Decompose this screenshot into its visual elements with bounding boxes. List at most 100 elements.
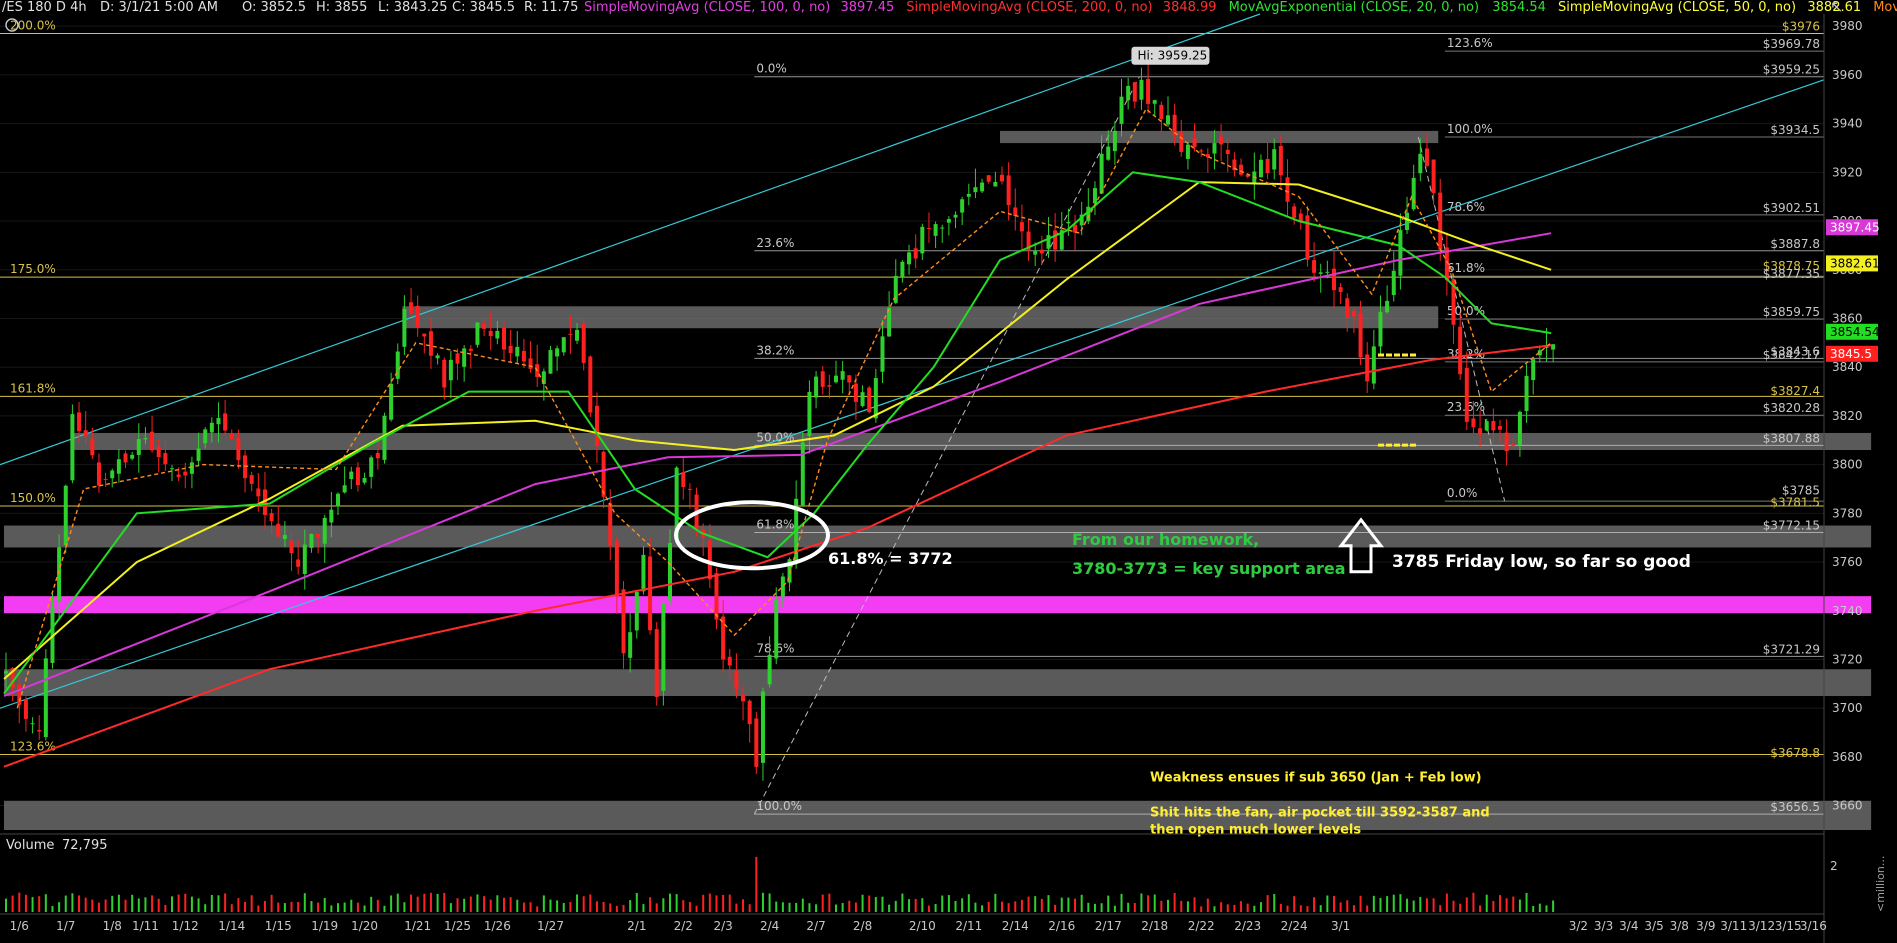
- volume-unit-label: <million...: [1874, 856, 1887, 912]
- support-resistance-zone: [4, 800, 1872, 830]
- candle-body: [77, 412, 82, 432]
- cursor-icon[interactable]: ↖: [1830, 0, 1843, 16]
- candle-body: [296, 559, 301, 567]
- candle-body: [1172, 114, 1177, 136]
- candle-body: [993, 181, 998, 187]
- study-label-0: SimpleMovingAvg (CLOSE, 100, 0, no): [584, 0, 830, 15]
- candle-body: [150, 431, 155, 451]
- candle-body: [1152, 100, 1157, 104]
- volume-bar: [469, 896, 472, 912]
- candle-body: [1039, 249, 1044, 254]
- volume-bar: [78, 895, 81, 912]
- volume-bar: [330, 905, 333, 912]
- volume-bar: [1001, 901, 1003, 912]
- volume-bar: [1392, 894, 1395, 912]
- volume-bar: [1293, 896, 1296, 912]
- candle-body: [143, 438, 148, 440]
- candle-body: [1517, 411, 1522, 446]
- candle-body: [973, 187, 978, 193]
- candle-body: [926, 228, 931, 230]
- fib-retracement-label: 23.6%: [756, 236, 794, 250]
- volume-bar: [1412, 900, 1415, 912]
- volume-bar: [277, 902, 280, 912]
- volume-bar: [137, 898, 140, 912]
- candle-body: [820, 371, 825, 387]
- candle-body: [760, 691, 765, 763]
- time-tick-label: 3/11: [1720, 919, 1747, 933]
- candle-body: [389, 383, 394, 420]
- candle-body: [103, 478, 108, 480]
- candle-body: [402, 308, 407, 347]
- volume-bar: [356, 902, 359, 912]
- volume-bar: [536, 906, 539, 912]
- candle-body: [648, 556, 653, 631]
- volume-bar: [947, 895, 950, 912]
- candle-body: [853, 383, 858, 402]
- candle-body: [1285, 177, 1290, 202]
- candle-body: [1531, 359, 1536, 381]
- time-tick-label: 2/16: [1048, 919, 1075, 933]
- candle-body: [282, 534, 287, 539]
- candle-body: [1112, 130, 1117, 152]
- candle-body: [422, 333, 427, 337]
- time-tick-label: 3/2: [1569, 919, 1588, 933]
- volume-bar: [51, 906, 54, 912]
- candle-body: [302, 544, 307, 574]
- volume-bar: [131, 894, 134, 912]
- candle-body: [1524, 375, 1529, 412]
- candle-body: [1146, 78, 1151, 104]
- volume-bar: [390, 895, 393, 912]
- volume-bar: [1352, 905, 1355, 912]
- volume-bar: [868, 895, 871, 912]
- candle-body: [1385, 300, 1390, 313]
- volume-bar: [994, 893, 997, 912]
- time-tick-label: 2/22: [1188, 919, 1215, 933]
- time-tick-label: 1/26: [484, 919, 511, 933]
- candle-body: [561, 337, 566, 353]
- symbol-label[interactable]: /ES 180 D 4h: [2, 0, 87, 15]
- time-tick-label: 1/14: [218, 919, 245, 933]
- candle-body: [1092, 188, 1097, 204]
- candle-body: [123, 453, 128, 463]
- volume-bar: [416, 896, 419, 912]
- time-tick-label: 2/10: [909, 919, 936, 933]
- price-tick-label: 3700: [1832, 701, 1863, 715]
- candle-body: [946, 219, 951, 223]
- candle-body: [1371, 346, 1376, 384]
- candle-body: [594, 405, 599, 447]
- volume-bar: [217, 895, 220, 912]
- candle-body: [1106, 146, 1111, 160]
- price-chart[interactable]: /ES 180 D 4h D: 3/1/21 5:00 AM O: 3852.5…: [0, 0, 1897, 943]
- candle-body: [1053, 230, 1058, 250]
- candle-body: [1192, 138, 1197, 147]
- volume-bar: [1518, 899, 1521, 912]
- volume-bar: [1333, 895, 1335, 912]
- candle-body: [428, 331, 433, 356]
- candle-body: [475, 322, 480, 345]
- volume-value: 72,795: [62, 838, 108, 853]
- volume-bar: [1213, 906, 1216, 912]
- time-tick-label: 2/17: [1095, 919, 1122, 933]
- fib-right-label: 100.0%: [1447, 122, 1493, 136]
- volume-bar: [290, 901, 293, 912]
- price-level-label: $3877.35: [1763, 267, 1820, 281]
- volume-bar: [1233, 904, 1236, 912]
- candle-body: [43, 658, 48, 737]
- candle-body: [668, 542, 672, 601]
- fan-note-line2: then open much lower levels: [1150, 823, 1361, 838]
- volume-bar: [695, 905, 698, 912]
- candle-body: [840, 371, 845, 380]
- volume-bar: [1299, 905, 1302, 912]
- volume-bar: [954, 900, 957, 912]
- volume-bar: [164, 905, 167, 912]
- volume-bar: [1266, 895, 1269, 912]
- volume-bar: [263, 900, 266, 912]
- candle-body: [116, 459, 121, 474]
- volume-bar: [1372, 895, 1375, 912]
- volume-bar: [921, 898, 924, 912]
- time-tick-label: 2/4: [760, 919, 779, 933]
- candle-body: [1511, 444, 1516, 446]
- candle-body: [800, 442, 805, 506]
- volume-bar: [376, 899, 379, 912]
- candle-body: [110, 470, 115, 479]
